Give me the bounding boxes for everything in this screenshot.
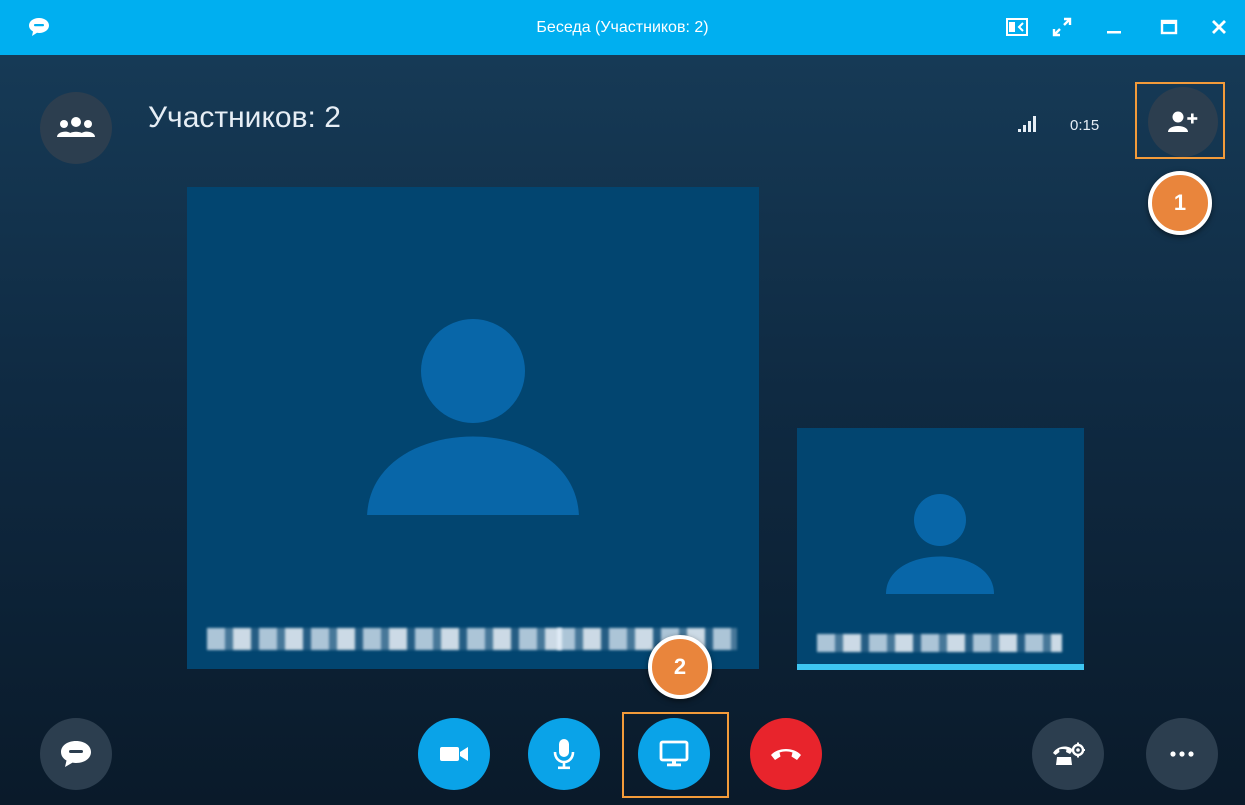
participant-name-blurred (817, 634, 1062, 652)
call-settings-icon (1053, 742, 1085, 765)
participant-name-blurred (207, 628, 562, 650)
call-stage: Участников: 2 0:15 1 2 (0, 55, 1245, 805)
annotation-badge-2: 2 (648, 635, 712, 699)
add-participant-button[interactable] (1148, 87, 1218, 157)
chat-icon (61, 741, 91, 767)
title-bar: Беседа (Участников: 2) (0, 0, 1245, 55)
avatar-placeholder-icon (886, 494, 994, 594)
microphone-toggle-button[interactable] (528, 718, 600, 790)
chat-button[interactable] (40, 718, 112, 790)
participants-icon (57, 117, 95, 137)
compact-view-icon[interactable] (1005, 14, 1029, 40)
video-toggle-button[interactable] (418, 718, 490, 790)
participants-button[interactable] (40, 92, 112, 164)
participant-name-blurred (557, 628, 737, 650)
add-person-icon (1168, 111, 1198, 132)
close-icon[interactable] (1208, 14, 1230, 40)
microphone-icon (553, 739, 575, 770)
screen-share-icon (659, 740, 689, 767)
annotation-badge-1: 1 (1148, 171, 1212, 235)
call-timer: 0:15 (1070, 117, 1100, 134)
participants-count-title: Участников: 2 (148, 101, 341, 134)
minimize-icon[interactable] (1103, 14, 1125, 40)
more-options-button[interactable] (1146, 718, 1218, 790)
active-speaker-indicator (797, 664, 1084, 670)
avatar-placeholder-icon (365, 319, 581, 519)
call-settings-button[interactable] (1032, 718, 1104, 790)
fullscreen-icon[interactable] (1050, 14, 1074, 40)
hang-up-button[interactable] (750, 718, 822, 790)
video-icon (440, 747, 468, 761)
maximize-icon[interactable] (1158, 14, 1180, 40)
more-icon (1170, 751, 1194, 757)
participant-tile-main (187, 187, 759, 669)
share-screen-button[interactable] (638, 718, 710, 790)
signal-strength-icon (1018, 116, 1036, 132)
hang-up-icon (771, 749, 801, 760)
participant-tile-self (797, 428, 1084, 664)
